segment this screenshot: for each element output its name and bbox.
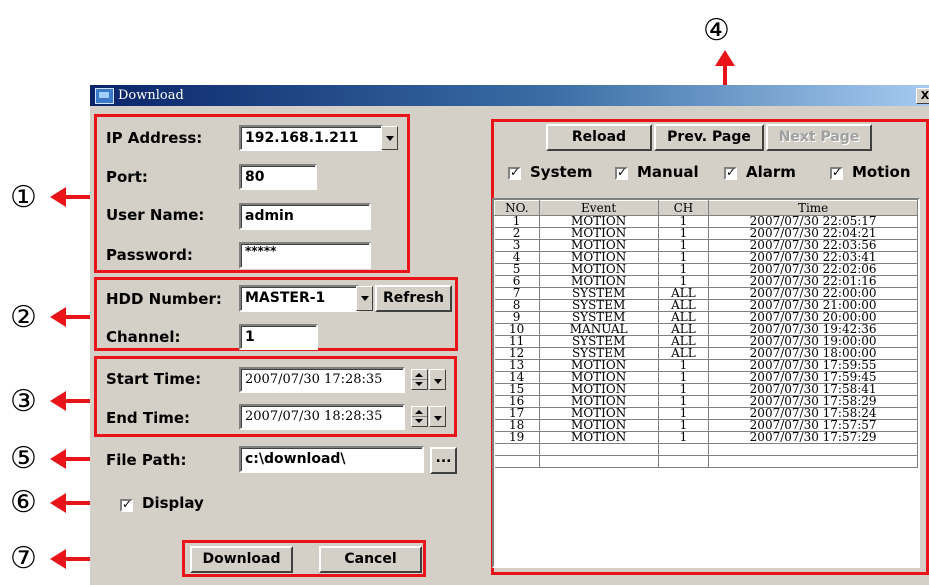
download-dialog: Download X IP Address: 192.168.1.211 Por… <box>90 85 929 585</box>
hdd-number-field[interactable]: MASTER-1 <box>239 285 359 312</box>
cell-ch: 1 <box>658 431 710 444</box>
port-field[interactable]: 80 <box>239 164 317 190</box>
file-path-label: File Path: <box>106 451 187 469</box>
table-row-empty <box>494 455 918 468</box>
display-checkbox[interactable] <box>120 497 133 512</box>
callout-1: ① <box>10 180 37 215</box>
start-time-spinner-icon[interactable] <box>411 369 428 390</box>
cell-empty <box>658 443 710 456</box>
cell-empty <box>539 455 659 468</box>
cancel-button[interactable]: Cancel <box>319 546 422 573</box>
port-label: Port: <box>106 168 148 186</box>
callout-5: ⑤ <box>10 441 37 476</box>
callout-6: ⑥ <box>10 485 37 520</box>
end-time-label: End Time: <box>106 409 191 427</box>
display-label: Display <box>142 494 204 512</box>
callout-7: ⑦ <box>10 541 37 576</box>
title-bar[interactable]: Download X <box>90 85 929 106</box>
end-time-spinner-icon[interactable] <box>411 406 428 427</box>
end-time-dropdown-icon[interactable] <box>429 406 446 427</box>
alarm-filter-label: Alarm <box>746 163 796 181</box>
password-field[interactable]: ***** <box>239 242 371 269</box>
hdd-dropdown-icon[interactable] <box>356 286 373 311</box>
cell-empty <box>494 443 540 456</box>
table-row[interactable]: 19 MOTION 1 2007/07/30 17:57:29 <box>494 431 918 444</box>
table-row-empty <box>494 443 918 456</box>
ip-address-field[interactable]: 192.168.1.211 <box>239 125 383 151</box>
window-title: Download <box>118 88 184 103</box>
download-button[interactable]: Download <box>190 546 293 573</box>
file-path-field[interactable]: c:\download\ <box>239 446 424 473</box>
ip-dropdown-icon[interactable] <box>381 126 398 150</box>
close-button[interactable]: X <box>916 88 929 104</box>
cell-event: MOTION <box>539 431 659 444</box>
start-time-field[interactable]: 2007/07/30 17:28:35 <box>239 367 405 393</box>
alarm-filter-checkbox[interactable] <box>724 165 737 180</box>
start-time-label: Start Time: <box>106 370 202 388</box>
start-time-dropdown-icon[interactable] <box>429 369 446 390</box>
prev-page-button[interactable]: Prev. Page <box>654 124 764 151</box>
cell-time: 2007/07/30 17:57:29 <box>708 431 918 444</box>
refresh-button[interactable]: Refresh <box>375 285 452 312</box>
app-icon <box>95 88 114 104</box>
reload-button[interactable]: Reload <box>546 124 652 151</box>
user-name-label: User Name: <box>106 206 205 224</box>
event-table[interactable]: NO. Event CH Time 1 MOTION 1 2007/07/30 22:… <box>492 198 920 568</box>
callout-4: ④ <box>703 13 730 48</box>
callout-2: ② <box>10 300 37 335</box>
cell-empty <box>539 443 659 456</box>
password-label: Password: <box>106 246 193 264</box>
cell-no: 19 <box>494 431 540 444</box>
hdd-number-label: HDD Number: <box>106 290 222 308</box>
system-filter-checkbox[interactable] <box>508 165 521 180</box>
motion-filter-checkbox[interactable] <box>830 165 843 180</box>
cell-empty <box>494 455 540 468</box>
channel-label: Channel: <box>106 328 181 346</box>
motion-filter-label: Motion <box>852 163 911 181</box>
callout-3: ③ <box>10 384 37 419</box>
cell-empty <box>708 443 918 456</box>
end-time-field[interactable]: 2007/07/30 18:28:35 <box>239 404 405 430</box>
browse-button[interactable]: ... <box>430 447 457 474</box>
next-page-button[interactable]: Next Page <box>766 124 872 151</box>
ip-address-label: IP Address: <box>106 129 203 147</box>
manual-filter-checkbox[interactable] <box>615 165 628 180</box>
manual-filter-label: Manual <box>637 163 699 181</box>
channel-field[interactable]: 1 <box>239 324 318 350</box>
user-name-field[interactable]: admin <box>239 203 371 230</box>
cell-empty <box>708 455 918 468</box>
system-filter-label: System <box>530 163 593 181</box>
cell-empty <box>658 455 710 468</box>
